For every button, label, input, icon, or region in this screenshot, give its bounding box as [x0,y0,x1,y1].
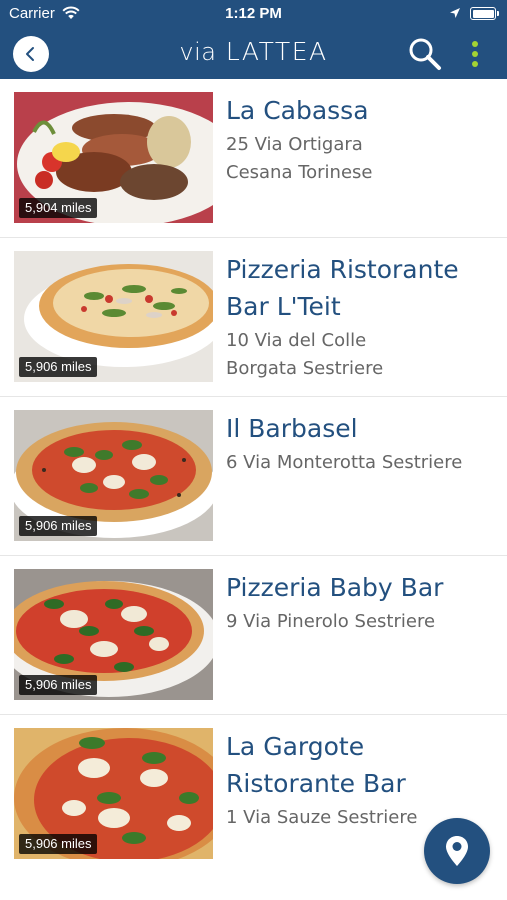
logo-via: via [179,38,217,66]
restaurant-address-line-2: Borgata Sestriere [226,358,384,379]
location-arrow-icon [450,8,460,18]
top-bar: Carrier 1:12 PM via LATTEA [0,0,507,79]
restaurant-name: Pizzeria Baby Bar [226,573,444,602]
restaurant-photo: 5,906 miles [14,410,213,541]
restaurant-address: 25 Via Ortigara [226,134,363,155]
list-item[interactable]: 5,904 miles La Cabassa 25 Via Ortigara C… [0,79,507,238]
restaurant-name: La Cabassa [226,96,369,125]
list-item[interactable]: 5,906 miles Pizzeria Ristorante Bar L'Te… [0,238,507,397]
restaurant-photo: 5,906 miles [14,569,213,700]
restaurant-name: Pizzeria Ristorante Bar L'Teit [226,255,459,321]
restaurant-name: La Gargote Ristorante Bar [226,732,406,798]
restaurant-address-line-2: Cesana Torinese [226,162,373,183]
clock: 1:12 PM [225,5,282,22]
more-menu-button[interactable] [464,38,486,70]
map-view-button[interactable] [424,818,490,884]
restaurant-address: 6 Via Monterotta Sestriere [226,452,463,473]
restaurant-list: 5,904 miles La Cabassa 25 Via Ortigara C… [0,79,507,874]
map-pin-icon [446,836,468,866]
restaurant-photo: 5,906 miles [14,728,213,859]
restaurant-photo: 5,906 miles [14,251,213,382]
restaurant-address: 9 Via Pinerolo Sestriere [226,611,436,632]
battery-icon [470,7,499,20]
distance-badge: 5,906 miles [19,516,98,536]
distance-badge: 5,906 miles [19,834,98,854]
distance-badge: 5,906 miles [19,675,98,695]
search-icon [409,38,441,70]
list-item[interactable]: 5,906 miles Pizzeria Baby Bar 9 Via Pine… [0,556,507,715]
menu-dot [472,51,478,57]
status-bar: Carrier 1:12 PM [0,0,507,28]
restaurant-address: 10 Via del Colle [226,330,367,351]
logo-name: LATTEA [225,37,328,66]
list-item[interactable]: 5,906 miles Il Barbasel 6 Via Monterotta… [0,397,507,556]
distance-badge: 5,906 miles [19,357,98,377]
menu-dot [472,61,478,67]
restaurant-name: Il Barbasel [226,414,358,443]
restaurant-photo: 5,904 miles [14,92,213,223]
distance-badge: 5,904 miles [19,198,98,218]
search-button[interactable] [406,36,444,72]
menu-dot [472,41,478,47]
